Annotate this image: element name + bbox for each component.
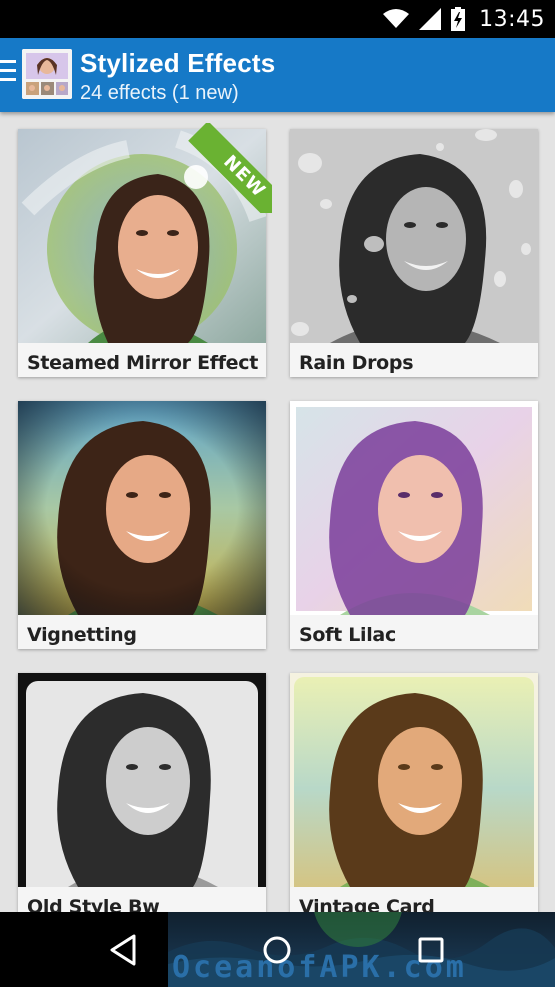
- app-title: Stylized Effects: [80, 48, 276, 78]
- battery-charging-icon: [451, 7, 466, 31]
- app-subtitle: 24 effects (1 new): [80, 82, 239, 104]
- effect-label: Vignetting: [27, 624, 137, 646]
- effects-grid: NEW Steamed Mirror Effect Rain Drops Vig…: [0, 112, 555, 912]
- home-icon: [263, 936, 291, 964]
- status-icons: 13:45: [383, 0, 545, 38]
- effect-card-vignetting[interactable]: Vignetting: [18, 401, 266, 649]
- status-bar: 13:45: [0, 0, 555, 38]
- effect-card-rain-drops[interactable]: Rain Drops: [290, 129, 538, 377]
- effect-thumbnail: [290, 401, 538, 615]
- back-icon: [110, 934, 136, 966]
- effect-label: Soft Lilac: [299, 624, 396, 646]
- effect-thumbnail: [290, 673, 538, 887]
- menu-icon[interactable]: [0, 60, 16, 86]
- recents-icon: [418, 937, 444, 963]
- effect-card-soft-lilac[interactable]: Soft Lilac: [290, 401, 538, 649]
- app-logo[interactable]: [22, 49, 72, 99]
- effect-card-old-style-bw[interactable]: Old Style Bw: [18, 673, 266, 912]
- effect-label: Rain Drops: [299, 352, 414, 374]
- wifi-icon: [383, 9, 410, 28]
- effect-card-steamed-mirror[interactable]: NEW Steamed Mirror Effect: [18, 123, 272, 377]
- effect-label: Steamed Mirror Effect: [27, 352, 259, 374]
- watermark: OceanofAPK.com: [168, 912, 555, 987]
- signal-icon: [419, 8, 442, 30]
- home-button[interactable]: [251, 924, 303, 976]
- effect-thumbnail: [290, 129, 538, 343]
- effect-thumbnail: [18, 401, 266, 615]
- recents-button[interactable]: [405, 924, 457, 976]
- effect-label: Old Style Bw: [27, 896, 160, 912]
- back-button[interactable]: [98, 924, 150, 976]
- new-badge-label: NEW: [188, 123, 272, 213]
- status-time: 13:45: [479, 6, 545, 32]
- app-bar: Stylized Effects 24 effects (1 new): [0, 38, 555, 112]
- effect-label: Vintage Card: [299, 896, 435, 912]
- new-badge: NEW: [182, 123, 272, 213]
- effect-card-vintage-card[interactable]: Vintage Card: [290, 673, 538, 912]
- effect-thumbnail: [18, 673, 266, 887]
